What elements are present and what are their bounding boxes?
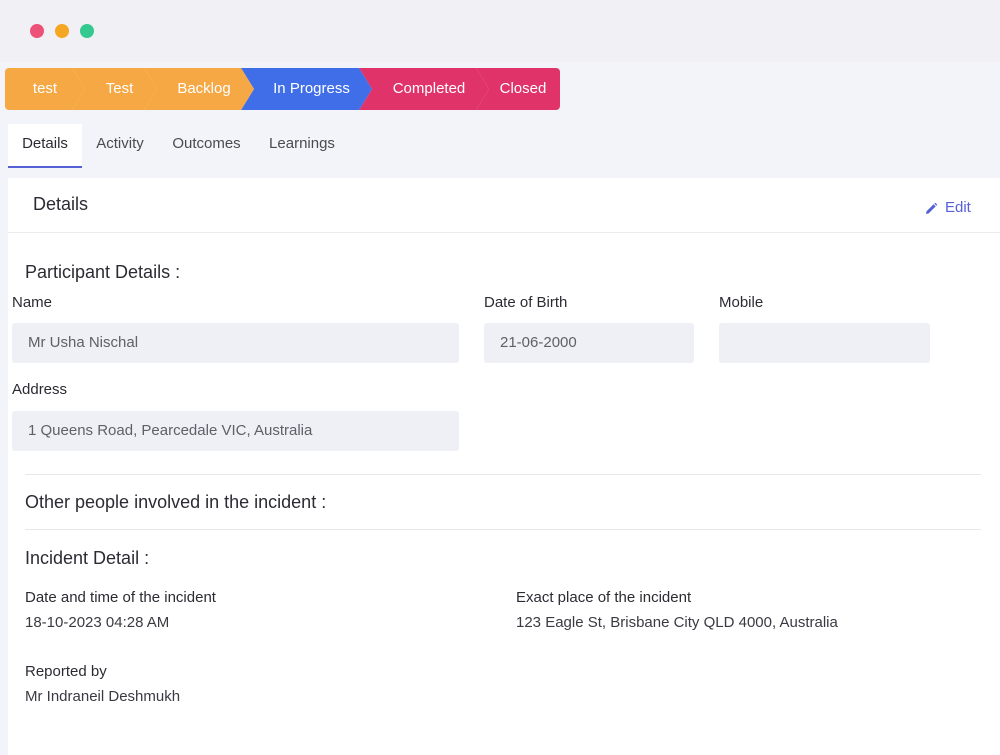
stage-label: In Progress — [273, 80, 350, 97]
tab-outcomes[interactable]: Outcomes — [158, 124, 255, 168]
stage-label: Closed — [499, 80, 547, 97]
reported-by-value: Mr Indraneil Deshmukh — [25, 688, 181, 705]
section-divider — [25, 474, 981, 475]
incident-datetime-value: 18-10-2023 04:28 AM — [25, 614, 170, 631]
stage-label: Test — [105, 80, 134, 97]
other-people-heading: Other people involved in the incident : — [25, 492, 327, 512]
tab-details[interactable]: Details — [8, 124, 82, 168]
mobile-label: Mobile — [719, 294, 764, 311]
minimize-window-dot[interactable] — [55, 24, 69, 38]
panel-title: Details — [33, 194, 89, 214]
name-field[interactable]: Mr Usha Nischal — [12, 323, 459, 363]
name-label: Name — [12, 294, 53, 311]
mobile-field[interactable] — [719, 323, 930, 363]
section-divider — [25, 529, 981, 530]
dob-field[interactable]: 21-06-2000 — [484, 323, 694, 363]
edit-label: Edit — [945, 199, 971, 216]
address-label: Address — [12, 381, 68, 398]
stage-completed[interactable]: Completed — [359, 68, 489, 110]
dob-label: Date of Birth — [484, 294, 568, 311]
close-window-dot[interactable] — [30, 24, 44, 38]
incident-detail-heading: Incident Detail : — [25, 548, 150, 568]
tab-learnings[interactable]: Learnings — [255, 124, 349, 168]
stage-backlog[interactable]: Backlog — [144, 68, 254, 110]
stage-in-progress[interactable]: In Progress — [241, 68, 372, 110]
tab-bar: Details Activity Outcomes Learnings — [8, 124, 1000, 168]
stage-label: Backlog — [177, 80, 231, 97]
panel-header: Details Edit — [8, 178, 1000, 233]
pencil-icon — [926, 202, 938, 214]
incident-place-value: 123 Eagle St, Brisbane City QLD 4000, Au… — [516, 614, 838, 631]
tab-activity[interactable]: Activity — [82, 124, 158, 168]
stage-label: Completed — [392, 80, 466, 97]
participant-details-heading: Participant Details : — [25, 262, 181, 282]
stage-progress-bar: test Test Backlog In Progress Completed … — [5, 68, 565, 110]
stage-label: test — [32, 80, 58, 97]
details-panel: Details Edit Participant Details : Name … — [8, 178, 1000, 755]
stage-test[interactable]: test — [5, 68, 85, 110]
incident-datetime-label: Date and time of the incident — [25, 589, 216, 606]
incident-place-label: Exact place of the incident — [516, 589, 692, 606]
address-field[interactable]: 1 Queens Road, Pearcedale VIC, Australia — [12, 411, 459, 451]
maximize-window-dot[interactable] — [80, 24, 94, 38]
reported-by-label: Reported by — [25, 663, 107, 680]
window-titlebar — [0, 0, 1000, 62]
app-window: test Test Backlog In Progress Completed … — [0, 62, 1000, 755]
